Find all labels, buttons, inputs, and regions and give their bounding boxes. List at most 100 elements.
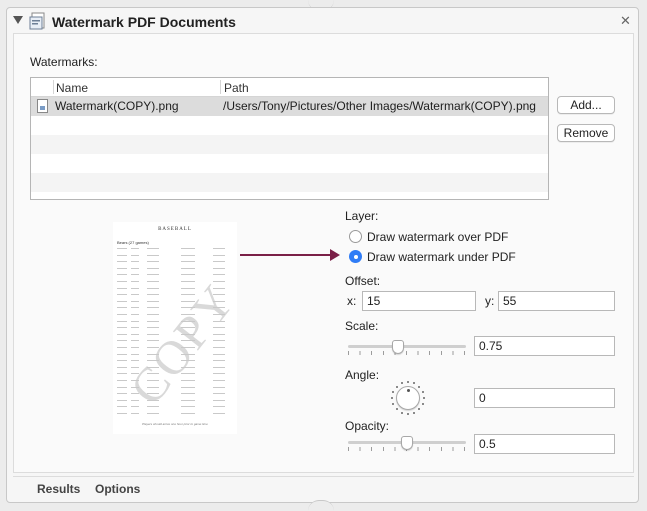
preview-line — [181, 320, 195, 322]
preview-line — [131, 393, 139, 395]
radio-under-pdf[interactable] — [349, 250, 362, 263]
preview-line — [131, 320, 139, 322]
preview-line — [131, 248, 139, 249]
offset-y-label: y: — [485, 294, 495, 308]
preview-line — [181, 347, 195, 348]
angle-field[interactable]: 0 — [474, 388, 615, 408]
dial-tick — [395, 385, 398, 388]
image-file-icon — [37, 99, 48, 113]
preview-line — [131, 287, 139, 289]
preview-line — [147, 294, 159, 296]
preview-line — [147, 267, 159, 269]
opacity-field[interactable]: 0.5 — [474, 434, 615, 454]
tab-options[interactable]: Options — [95, 482, 140, 496]
preview-line — [213, 294, 225, 296]
preview-line — [147, 413, 159, 414]
row-name: Watermark(COPY).png — [55, 99, 179, 113]
preview-line — [147, 281, 159, 282]
radio-over-pdf-label[interactable]: Draw watermark over PDF — [367, 230, 508, 244]
preview-line — [131, 274, 139, 276]
preview-line — [181, 254, 195, 256]
radio-over-pdf[interactable] — [349, 230, 362, 243]
preview-line — [181, 333, 195, 335]
column-header-path[interactable]: Path — [224, 81, 249, 95]
scale-slider-thumb[interactable] — [391, 340, 404, 354]
preview-line — [117, 353, 127, 355]
preview-line — [181, 267, 195, 269]
preview-line — [147, 287, 159, 289]
preview-line — [147, 300, 159, 302]
preview-line — [147, 254, 159, 256]
preview-line — [117, 340, 127, 342]
preview-line — [213, 248, 225, 249]
remove-watermark-button[interactable]: Remove — [557, 124, 615, 142]
preview-line — [213, 393, 225, 395]
offset-label: Offset: — [345, 274, 381, 288]
close-icon[interactable]: ✕ — [620, 13, 631, 29]
pdf-action-icon — [29, 12, 45, 30]
preview-line — [181, 314, 195, 315]
preview-line — [117, 406, 127, 408]
preview-line — [131, 406, 139, 408]
preview-line — [181, 340, 195, 342]
preview-line — [131, 314, 139, 315]
preview-line — [213, 327, 225, 329]
layer-label: Layer: — [345, 209, 379, 223]
preview-line — [213, 360, 225, 362]
column-divider — [53, 80, 54, 94]
disclosure-triangle-icon[interactable] — [13, 16, 23, 24]
opacity-slider-thumb[interactable] — [401, 436, 413, 450]
preview-line — [213, 333, 225, 335]
preview-line — [147, 386, 159, 388]
column-divider — [220, 80, 221, 94]
preview-doc-title: BASEBALL — [158, 227, 192, 232]
tab-results[interactable]: Results — [37, 482, 80, 496]
offset-y-field[interactable]: 55 — [498, 291, 615, 311]
preview-line — [181, 294, 195, 296]
preview-doc-heading: Bears (27 games) — [117, 240, 149, 245]
preview-line — [213, 406, 225, 408]
watermarks-table[interactable]: Name Path Watermark(COPY).png /Users/Ton… — [30, 77, 549, 200]
watermark-preview: BASEBALL Bears (27 games) COPY Players s… — [113, 222, 246, 434]
preview-line — [131, 347, 139, 348]
preview-line — [213, 380, 225, 381]
preview-line — [181, 300, 195, 302]
preview-line — [213, 353, 225, 355]
radio-under-pdf-label[interactable]: Draw watermark under PDF — [367, 250, 516, 264]
empty-row — [31, 135, 548, 154]
preview-line — [213, 287, 225, 289]
angle-dial[interactable] — [396, 386, 420, 410]
preview-line — [213, 373, 225, 375]
preview-line — [213, 314, 225, 315]
preview-line — [131, 267, 139, 269]
preview-line — [117, 314, 127, 315]
preview-line — [213, 320, 225, 322]
table-header: Name Path — [31, 78, 548, 97]
preview-line — [181, 327, 195, 329]
angle-label: Angle: — [345, 368, 380, 382]
preview-line — [147, 406, 159, 408]
preview-line — [181, 373, 195, 375]
preview-line — [131, 327, 139, 329]
table-row[interactable]: Watermark(COPY).png /Users/Tony/Pictures… — [31, 97, 548, 116]
preview-line — [117, 366, 127, 368]
row-path: /Users/Tony/Pictures/Other Images/Waterm… — [223, 99, 536, 113]
offset-x-field[interactable]: 15 — [362, 291, 476, 311]
preview-line — [213, 366, 225, 368]
opacity-label: Opacity: — [345, 419, 390, 433]
add-watermark-button[interactable]: Add... — [557, 96, 615, 114]
watermarks-label: Watermarks: — [30, 55, 98, 69]
offset-x-label: x: — [347, 294, 357, 308]
scale-field[interactable]: 0.75 — [474, 336, 615, 356]
preview-line — [181, 393, 195, 395]
column-header-name[interactable]: Name — [56, 81, 88, 95]
preview-line — [117, 274, 127, 276]
preview-line — [131, 366, 139, 368]
preview-line — [181, 261, 195, 263]
preview-line — [117, 360, 127, 362]
preview-line — [131, 281, 139, 282]
scale-slider-track[interactable] — [348, 345, 466, 348]
preview-line — [181, 406, 195, 408]
footer-divider — [13, 476, 634, 477]
preview-line — [131, 300, 139, 302]
